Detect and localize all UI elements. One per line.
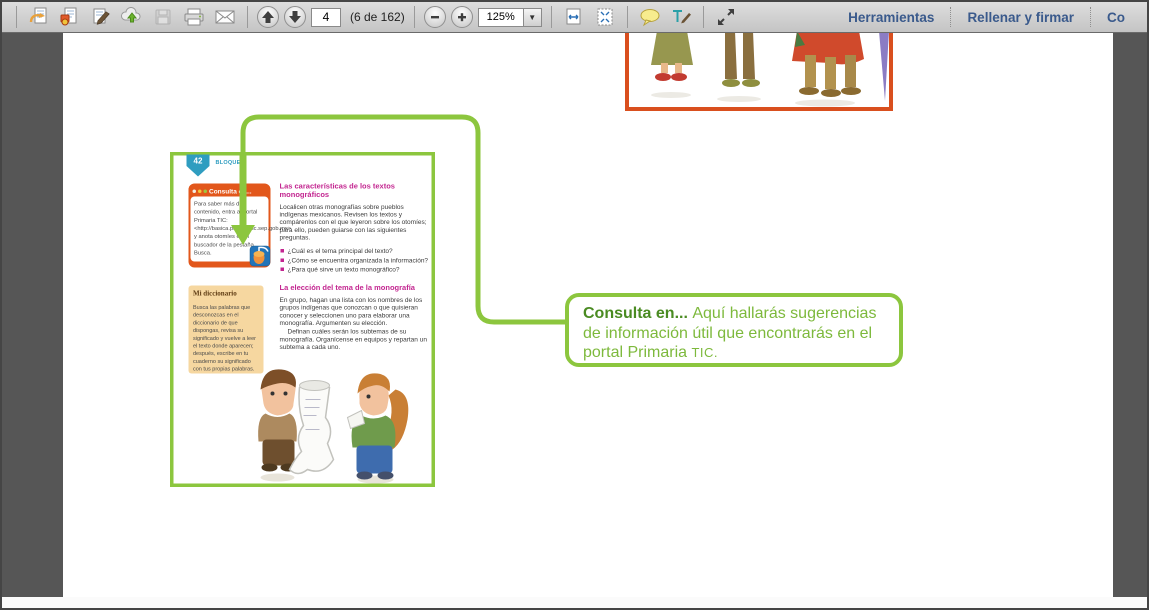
toolbar-separator	[627, 6, 628, 28]
page-count-label: (6 de 162)	[350, 10, 405, 24]
section1-body: Localicen otras monografías sobre pueblo…	[280, 203, 429, 241]
section2-paragraph1: En grupo, hagan una lista con los nombre…	[280, 296, 429, 327]
mi-diccionario-title: Mi diccionario	[193, 290, 259, 298]
save-button[interactable]	[150, 5, 176, 29]
email-icon	[213, 7, 237, 27]
textbook-page-thumbnail: 42 BLOQUE II Consulta en... Para saber m…	[170, 152, 435, 487]
horizontal-scrollbar-track[interactable]	[2, 597, 1147, 608]
toolbar: (6 de 162) 125% ▼	[2, 2, 1147, 33]
toolbar-separator	[551, 6, 552, 28]
section2-paragraph2: Definan cuáles serán los subtemas de su …	[280, 328, 429, 351]
question-item: ¿Cómo se encuentra organizada la informa…	[280, 256, 429, 264]
page-right-column: Las características de los textos monogr…	[280, 183, 429, 351]
next-page-icon	[288, 10, 302, 24]
print-button[interactable]	[181, 5, 207, 29]
toolbar-separator	[703, 6, 704, 28]
tools-menu-button[interactable]: Herramientas	[832, 7, 950, 27]
toolbar-separator	[16, 6, 17, 28]
dot-icon	[198, 189, 202, 193]
section2-heading: La elección del tema de la monografía	[280, 284, 429, 292]
section1-heading: Las características de los textos monogr…	[280, 183, 429, 200]
edit-sign-icon	[90, 7, 112, 27]
toolbar-separator	[247, 6, 248, 28]
zoom-in-button[interactable]	[451, 6, 473, 28]
toolbar-separator	[414, 6, 415, 28]
fit-width-icon	[564, 7, 584, 27]
comment-bubble-icon	[639, 7, 661, 27]
create-pdf-button[interactable]	[57, 5, 83, 29]
zoom-level-control[interactable]: 125% ▼	[478, 8, 542, 27]
fit-width-button[interactable]	[561, 5, 587, 29]
children-reading-scroll-illustration	[238, 360, 428, 488]
edit-sign-button[interactable]	[88, 5, 114, 29]
zoom-out-button[interactable]	[424, 6, 446, 28]
zoom-in-icon	[456, 11, 468, 23]
document-viewport[interactable]: 42 BLOQUE II Consulta en... Para saber m…	[2, 33, 1147, 597]
export-pdf-icon	[28, 7, 50, 27]
acrobat-window: (6 de 162) 125% ▼	[0, 0, 1149, 610]
consulta-en-title: Consulta en...	[209, 187, 252, 195]
comment-button[interactable]	[637, 5, 663, 29]
zoom-level-value[interactable]: 125%	[478, 8, 524, 27]
consulta-en-callout: Consulta en... Aquí hallarás sugerencias…	[565, 293, 903, 367]
fullscreen-button[interactable]	[713, 5, 739, 29]
fit-page-button[interactable]	[592, 5, 618, 29]
page-number-badge: 42	[187, 155, 210, 177]
fullscreen-icon	[715, 7, 737, 27]
prev-page-button[interactable]	[257, 6, 279, 28]
toolbar-right-menus: Herramientas Rellenar y firmar Co	[832, 2, 1141, 32]
create-pdf-icon	[59, 7, 81, 27]
zoom-out-icon	[429, 11, 441, 23]
prev-page-icon	[261, 10, 275, 24]
question-list: ¿Cuál es el tema principal del texto? ¿C…	[280, 247, 429, 273]
standing-figures-illustration	[629, 33, 889, 107]
text-markup-icon	[670, 7, 692, 27]
dot-icon	[193, 189, 197, 193]
callout-lead-text: Consulta en...	[583, 305, 692, 322]
dot-icon	[204, 189, 208, 193]
fit-page-icon	[595, 7, 615, 27]
comment-menu-button[interactable]: Co	[1090, 7, 1141, 27]
send-cloud-icon	[120, 7, 144, 27]
question-item: ¿Cuál es el tema principal del texto?	[280, 247, 429, 255]
zoom-dropdown-button[interactable]: ▼	[524, 8, 542, 27]
print-icon	[182, 7, 206, 27]
previous-page-illustration-frame	[625, 33, 893, 111]
save-icon	[153, 7, 173, 27]
export-pdf-button[interactable]	[26, 5, 52, 29]
text-markup-button[interactable]	[668, 5, 694, 29]
send-cloud-button[interactable]	[119, 5, 145, 29]
pdf-page: 42 BLOQUE II Consulta en... Para saber m…	[63, 33, 1113, 597]
next-page-button[interactable]	[284, 6, 306, 28]
bloque-label: BLOQUE II	[216, 160, 246, 166]
email-button[interactable]	[212, 5, 238, 29]
fill-sign-menu-button[interactable]: Rellenar y firmar	[950, 7, 1090, 27]
question-item: ¿Para qué sirve un texto monográfico?	[280, 265, 429, 273]
computer-mouse-icon	[250, 246, 271, 267]
page-number-input[interactable]	[311, 8, 341, 27]
callout-tic-text: TIC.	[691, 345, 718, 360]
